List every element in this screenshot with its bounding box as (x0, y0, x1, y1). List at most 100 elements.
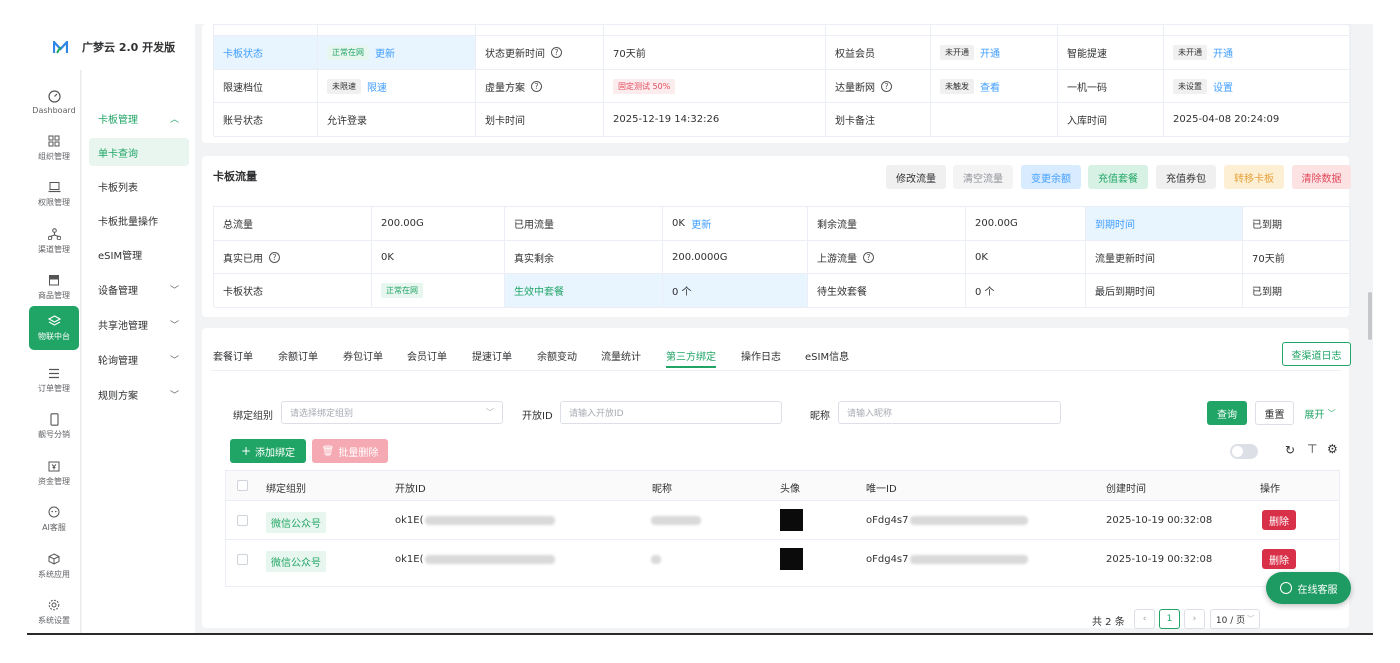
uid-value: oFdg4s7 (866, 515, 909, 526)
redacted-mask (424, 515, 555, 525)
status-label-cell: 权益会员 (826, 36, 931, 70)
activate-member-link[interactable]: 开通 (980, 45, 1000, 60)
group-select[interactable]: 请选择绑定组别 ﹀ (281, 401, 503, 424)
row-checkbox[interactable] (237, 554, 248, 565)
group-badge: 微信公众号 (266, 512, 326, 533)
tab-balance-orders[interactable]: 余额订单 (278, 348, 318, 363)
status-label: 划卡时间 (485, 116, 525, 127)
batch-delete-button[interactable]: 🗑 批量删除 (312, 439, 388, 463)
rail-item-apps[interactable]: 系统应用 (29, 544, 79, 588)
avatar (780, 548, 803, 570)
submenu-rules[interactable]: 规则方案 ﹀ (89, 380, 189, 408)
settings-icon[interactable]: ⚙ (1327, 442, 1338, 456)
tab-member-orders[interactable]: 会员订单 (407, 348, 447, 363)
submenu-card-batch[interactable]: 卡板批量操作 (89, 206, 189, 234)
tab-operation-log[interactable]: 操作日志 (741, 348, 781, 363)
help-icon[interactable]: ? (551, 47, 562, 58)
tab-third-party-binding[interactable]: 第三方绑定 (666, 348, 716, 363)
submenu-esim[interactable]: eSIM管理 (89, 240, 189, 268)
submenu-polling[interactable]: 轮询管理 ﹀ (89, 345, 189, 373)
activate-speedup-link[interactable]: 开通 (1213, 45, 1233, 60)
recharge-coupon-button[interactable]: 充值券包 (1156, 165, 1216, 189)
openid-filter-label: 开放ID (522, 411, 553, 422)
flow-value-cell: 0 个 (663, 274, 808, 308)
prev-page-button[interactable]: ‹ (1134, 609, 1155, 629)
page-number-button[interactable]: 1 (1159, 609, 1180, 629)
network-icon (47, 227, 61, 241)
rail-item-dashboard[interactable]: Dashboard (29, 80, 79, 124)
tab-esim-info[interactable]: eSIM信息 (805, 348, 849, 363)
add-binding-button[interactable]: + 添加绑定 (230, 439, 306, 463)
rail-item-number[interactable]: 靓号分销 (29, 404, 79, 448)
submenu-shared-pool[interactable]: 共享池管理 ﹀ (89, 310, 189, 338)
view-cutoff-link[interactable]: 查看 (980, 79, 1000, 94)
redacted-mask (651, 554, 661, 564)
delete-button[interactable]: 删除 (1262, 510, 1296, 530)
help-icon[interactable]: ? (863, 251, 874, 263)
help-icon[interactable]: ? (881, 80, 892, 92)
openid-input[interactable]: 请输入开放ID (560, 401, 782, 424)
status-label: 账号状态 (223, 116, 263, 127)
nickname-cell (650, 515, 701, 526)
submenu-label: 单卡查询 (98, 148, 138, 160)
rail-label: 系统设置 (38, 616, 70, 625)
update-status-link[interactable]: 更新 (375, 45, 395, 60)
delete-button[interactable]: 删除 (1262, 549, 1296, 569)
flow-label-cell: 真实剩余 (505, 241, 663, 274)
rail-item-settings[interactable]: 系统设置 (29, 590, 79, 633)
flow-label-cell: 待生效套餐 (808, 274, 966, 308)
help-icon[interactable]: ? (269, 251, 280, 263)
status-badge: 正常在网 (381, 283, 423, 298)
rail-item-goods[interactable]: 商品管理 (29, 265, 79, 309)
next-page-button[interactable]: › (1184, 609, 1205, 629)
rail-item-orders[interactable]: 订单管理 (29, 358, 79, 402)
uid-cell: oFdg4s7 (866, 554, 1028, 565)
tab-speedup-orders[interactable]: 提速订单 (472, 348, 512, 363)
clear-flow-button[interactable]: 清空流量 (953, 165, 1013, 189)
status-value-cell: 未触发 查看 (931, 70, 1058, 103)
submenu-device[interactable]: 设备管理 ﹀ (89, 275, 189, 303)
column-toggle-switch[interactable] (1230, 444, 1258, 459)
submenu-single-card-query[interactable]: 单卡查询 (89, 138, 189, 166)
tab-flow-stats[interactable]: 流量统计 (601, 348, 641, 363)
flow-value: 0K (381, 251, 394, 263)
query-button[interactable]: 查询 (1207, 401, 1247, 425)
channel-log-button[interactable]: 查渠道日志 (1282, 342, 1351, 366)
reset-button[interactable]: 重置 (1255, 401, 1294, 425)
recharge-package-button[interactable]: 充值套餐 (1088, 165, 1148, 189)
change-balance-button[interactable]: 变更余额 (1021, 165, 1081, 189)
rail-item-channel[interactable]: 渠道管理 (29, 219, 79, 263)
set-code-link[interactable]: 设置 (1213, 79, 1233, 94)
select-all-checkbox[interactable] (237, 480, 248, 491)
hub-icon (47, 314, 61, 328)
row-checkbox[interactable] (237, 515, 248, 526)
submenu-label: eSIM管理 (98, 250, 143, 262)
tab-package-orders[interactable]: 套餐订单 (213, 348, 253, 363)
transfer-card-button[interactable]: 转移卡板 (1224, 165, 1284, 189)
clear-data-button[interactable]: 清除数据 (1292, 165, 1351, 189)
rail-item-ai[interactable]: AI客服 (29, 497, 79, 541)
scrollbar-thumb[interactable] (1368, 292, 1372, 340)
page-size-select[interactable]: 10 / 页 ﹀ (1210, 609, 1260, 629)
rail-item-iot[interactable]: 物联中台 (29, 306, 79, 350)
chevron-left-icon: ‹ (1142, 614, 1147, 624)
expand-toggle[interactable]: 展开 ﹀ (1300, 401, 1340, 425)
nickname-input[interactable]: 请输入昵称 (838, 401, 1061, 424)
speed-limit-link[interactable]: 限速 (367, 79, 387, 94)
rail-item-funds[interactable]: 资金管理 (29, 451, 79, 495)
update-flow-link[interactable]: 更新 (691, 216, 711, 231)
rail-label: 渠道管理 (38, 245, 70, 254)
flow-grid: 总流量 200.00G 已用流量 0K 更新 剩余流量 200.00G 到期时间… (213, 206, 1351, 308)
refresh-icon[interactable]: ↻ (1285, 443, 1295, 457)
rail-item-org[interactable]: 组织管理 (29, 126, 79, 170)
help-icon[interactable]: ? (531, 80, 542, 92)
density-icon[interactable]: ⊤ (1307, 442, 1317, 456)
online-service-button[interactable]: 在线客服 (1266, 572, 1351, 604)
modify-flow-button[interactable]: 修改流量 (886, 165, 946, 189)
tab-balance-changes[interactable]: 余额变动 (537, 348, 577, 363)
submenu-card-management[interactable]: 卡板管理 ︿ (89, 104, 189, 132)
rail-item-permission[interactable]: 权限管理 (29, 172, 79, 216)
submenu-card-list[interactable]: 卡板列表 (89, 172, 189, 200)
flow-label-cell: 真实已用? (214, 241, 372, 274)
tab-coupon-orders[interactable]: 券包订单 (343, 348, 383, 363)
